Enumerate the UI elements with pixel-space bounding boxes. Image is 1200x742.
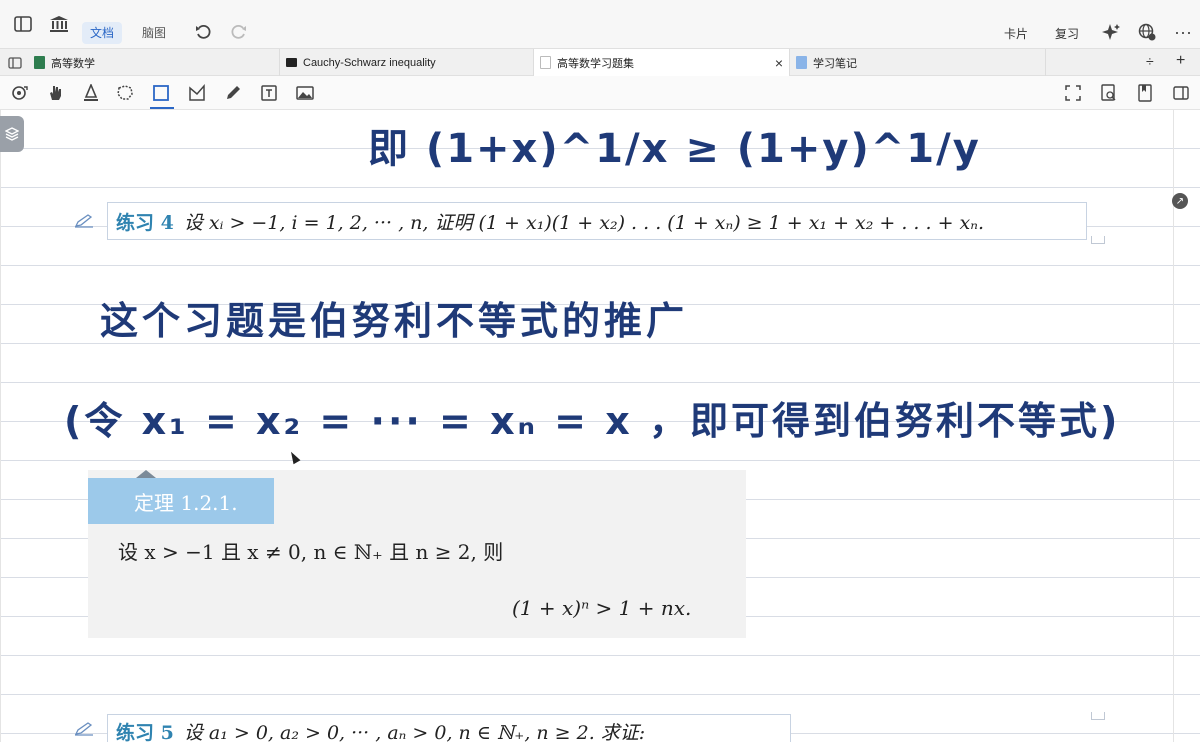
hand-icon[interactable] <box>44 82 66 104</box>
link-icon[interactable]: ↗ <box>1172 193 1188 209</box>
tab-list-icon[interactable]: ÷ <box>1146 53 1154 69</box>
tab-title: 高等数学习题集 <box>557 57 634 70</box>
tab-sidebar-icon[interactable] <box>4 53 26 73</box>
redo-icon[interactable] <box>228 22 250 42</box>
add-tab-icon[interactable]: + <box>1176 52 1185 70</box>
document-icon <box>796 56 807 69</box>
annotation-pen-icon[interactable] <box>74 722 94 738</box>
theorem-label: 定理 1.2.1. <box>88 478 274 524</box>
tab-cauchy-schwarz[interactable]: Cauchy-Schwarz inequality <box>280 49 534 76</box>
handwritten-note-inequality: 即 (1+x)^1/x ≥ (1+y)^1/y <box>368 126 981 172</box>
tab-exercise-collection[interactable]: 高等数学习题集 × <box>534 49 790 76</box>
annotation-pen-icon[interactable] <box>74 214 94 230</box>
layers-toggle-button[interactable] <box>0 116 24 152</box>
rectangle-select-icon[interactable] <box>150 82 172 104</box>
mouse-cursor <box>287 449 301 465</box>
resize-handle[interactable] <box>1091 712 1105 720</box>
document-icon <box>34 56 45 69</box>
resize-handle[interactable] <box>1091 236 1105 244</box>
exercise-text: 设 xᵢ > −1, i = 1, 2, ··· , n, 证明 (1 + x₁… <box>183 211 985 234</box>
theorem-statement: 设 x > −1 且 x ≠ 0, n ∈ ℕ₊ 且 n ≥ 2, 则 <box>118 540 504 564</box>
pen-icon[interactable] <box>222 82 244 104</box>
mode-tab-document[interactable]: 文档 <box>82 22 123 44</box>
library-icon[interactable] <box>48 14 70 34</box>
close-tab-icon[interactable]: × <box>775 55 783 71</box>
mode-tab-mindmap[interactable]: 脑图 <box>134 22 174 44</box>
sidebar-right-icon[interactable] <box>1170 82 1192 104</box>
search-doc-icon[interactable] <box>1098 82 1120 104</box>
translate-icon[interactable] <box>1136 22 1158 42</box>
exercise-label: 练习 5 <box>116 722 174 742</box>
review-button[interactable]: 复习 <box>1055 25 1079 42</box>
undo-icon[interactable] <box>192 22 214 42</box>
tab-study-notes[interactable]: 学习笔记 <box>790 49 1046 76</box>
fullscreen-icon[interactable] <box>1062 82 1084 104</box>
layers-icon <box>5 127 19 141</box>
theorem-tag-corner <box>136 470 156 478</box>
exercise-5-block[interactable]: 练习 5 设 a₁ > 0, a₂ > 0, ··· , aₙ > 0, n ∈… <box>107 714 791 742</box>
rotate-icon[interactable] <box>8 82 30 104</box>
exercise-label: 练习 4 <box>116 211 174 234</box>
annotation-toolbar <box>0 76 1200 110</box>
more-icon[interactable]: ··· <box>1172 22 1194 42</box>
theorem-formula: (1 + x)ⁿ > 1 + nx. <box>512 596 692 620</box>
exercise-text: 设 a₁ > 0, a₂ > 0, ··· , aₙ > 0, n ∈ ℕ₊, … <box>183 722 646 742</box>
lasso-icon[interactable] <box>114 82 136 104</box>
page-left-border <box>0 110 1 742</box>
handwritten-note-bernoulli: (令 x₁ = x₂ = ··· = xₙ = x ，即可得到伯努利不等式) <box>64 399 1121 443</box>
cards-button[interactable]: 卡片 <box>1004 25 1028 42</box>
tab-title: 学习笔记 <box>813 57 857 70</box>
highlight-icon[interactable] <box>80 82 102 104</box>
document-icon <box>540 56 551 69</box>
top-toolbar: 文档 脑图 卡片 复习 ··· <box>0 0 1200 48</box>
shape-icon[interactable] <box>186 82 208 104</box>
document-page[interactable]: 即 (1+x)^1/x ≥ (1+y)^1/y 练习 4 设 xᵢ > −1, … <box>0 110 1200 742</box>
exercise-4-block[interactable]: 练习 4 设 xᵢ > −1, i = 1, 2, ··· , n, 证明 (1… <box>107 202 1087 240</box>
sidebar-toggle-icon[interactable] <box>12 14 34 34</box>
ai-sparkle-icon[interactable] <box>1100 22 1122 42</box>
image-icon[interactable] <box>294 82 316 104</box>
tab-title: Cauchy-Schwarz inequality <box>303 56 436 69</box>
tab-title: 高等数学 <box>51 57 95 70</box>
theorem-box[interactable]: 定理 1.2.1. 设 x > −1 且 x ≠ 0, n ∈ ℕ₊ 且 n ≥… <box>88 470 746 638</box>
bookmark-icon[interactable] <box>1134 82 1156 104</box>
textbox-icon[interactable] <box>258 82 280 104</box>
handwritten-note-generalization: 这个习题是伯努利不等式的推广 <box>100 299 689 343</box>
document-tab-bar: 高等数学 Cauchy-Schwarz inequality 高等数学习题集 ×… <box>0 48 1200 76</box>
active-tool-indicator <box>150 107 174 109</box>
document-icon <box>286 58 297 67</box>
tab-gaodeng-shuxue[interactable]: 高等数学 <box>28 49 280 76</box>
